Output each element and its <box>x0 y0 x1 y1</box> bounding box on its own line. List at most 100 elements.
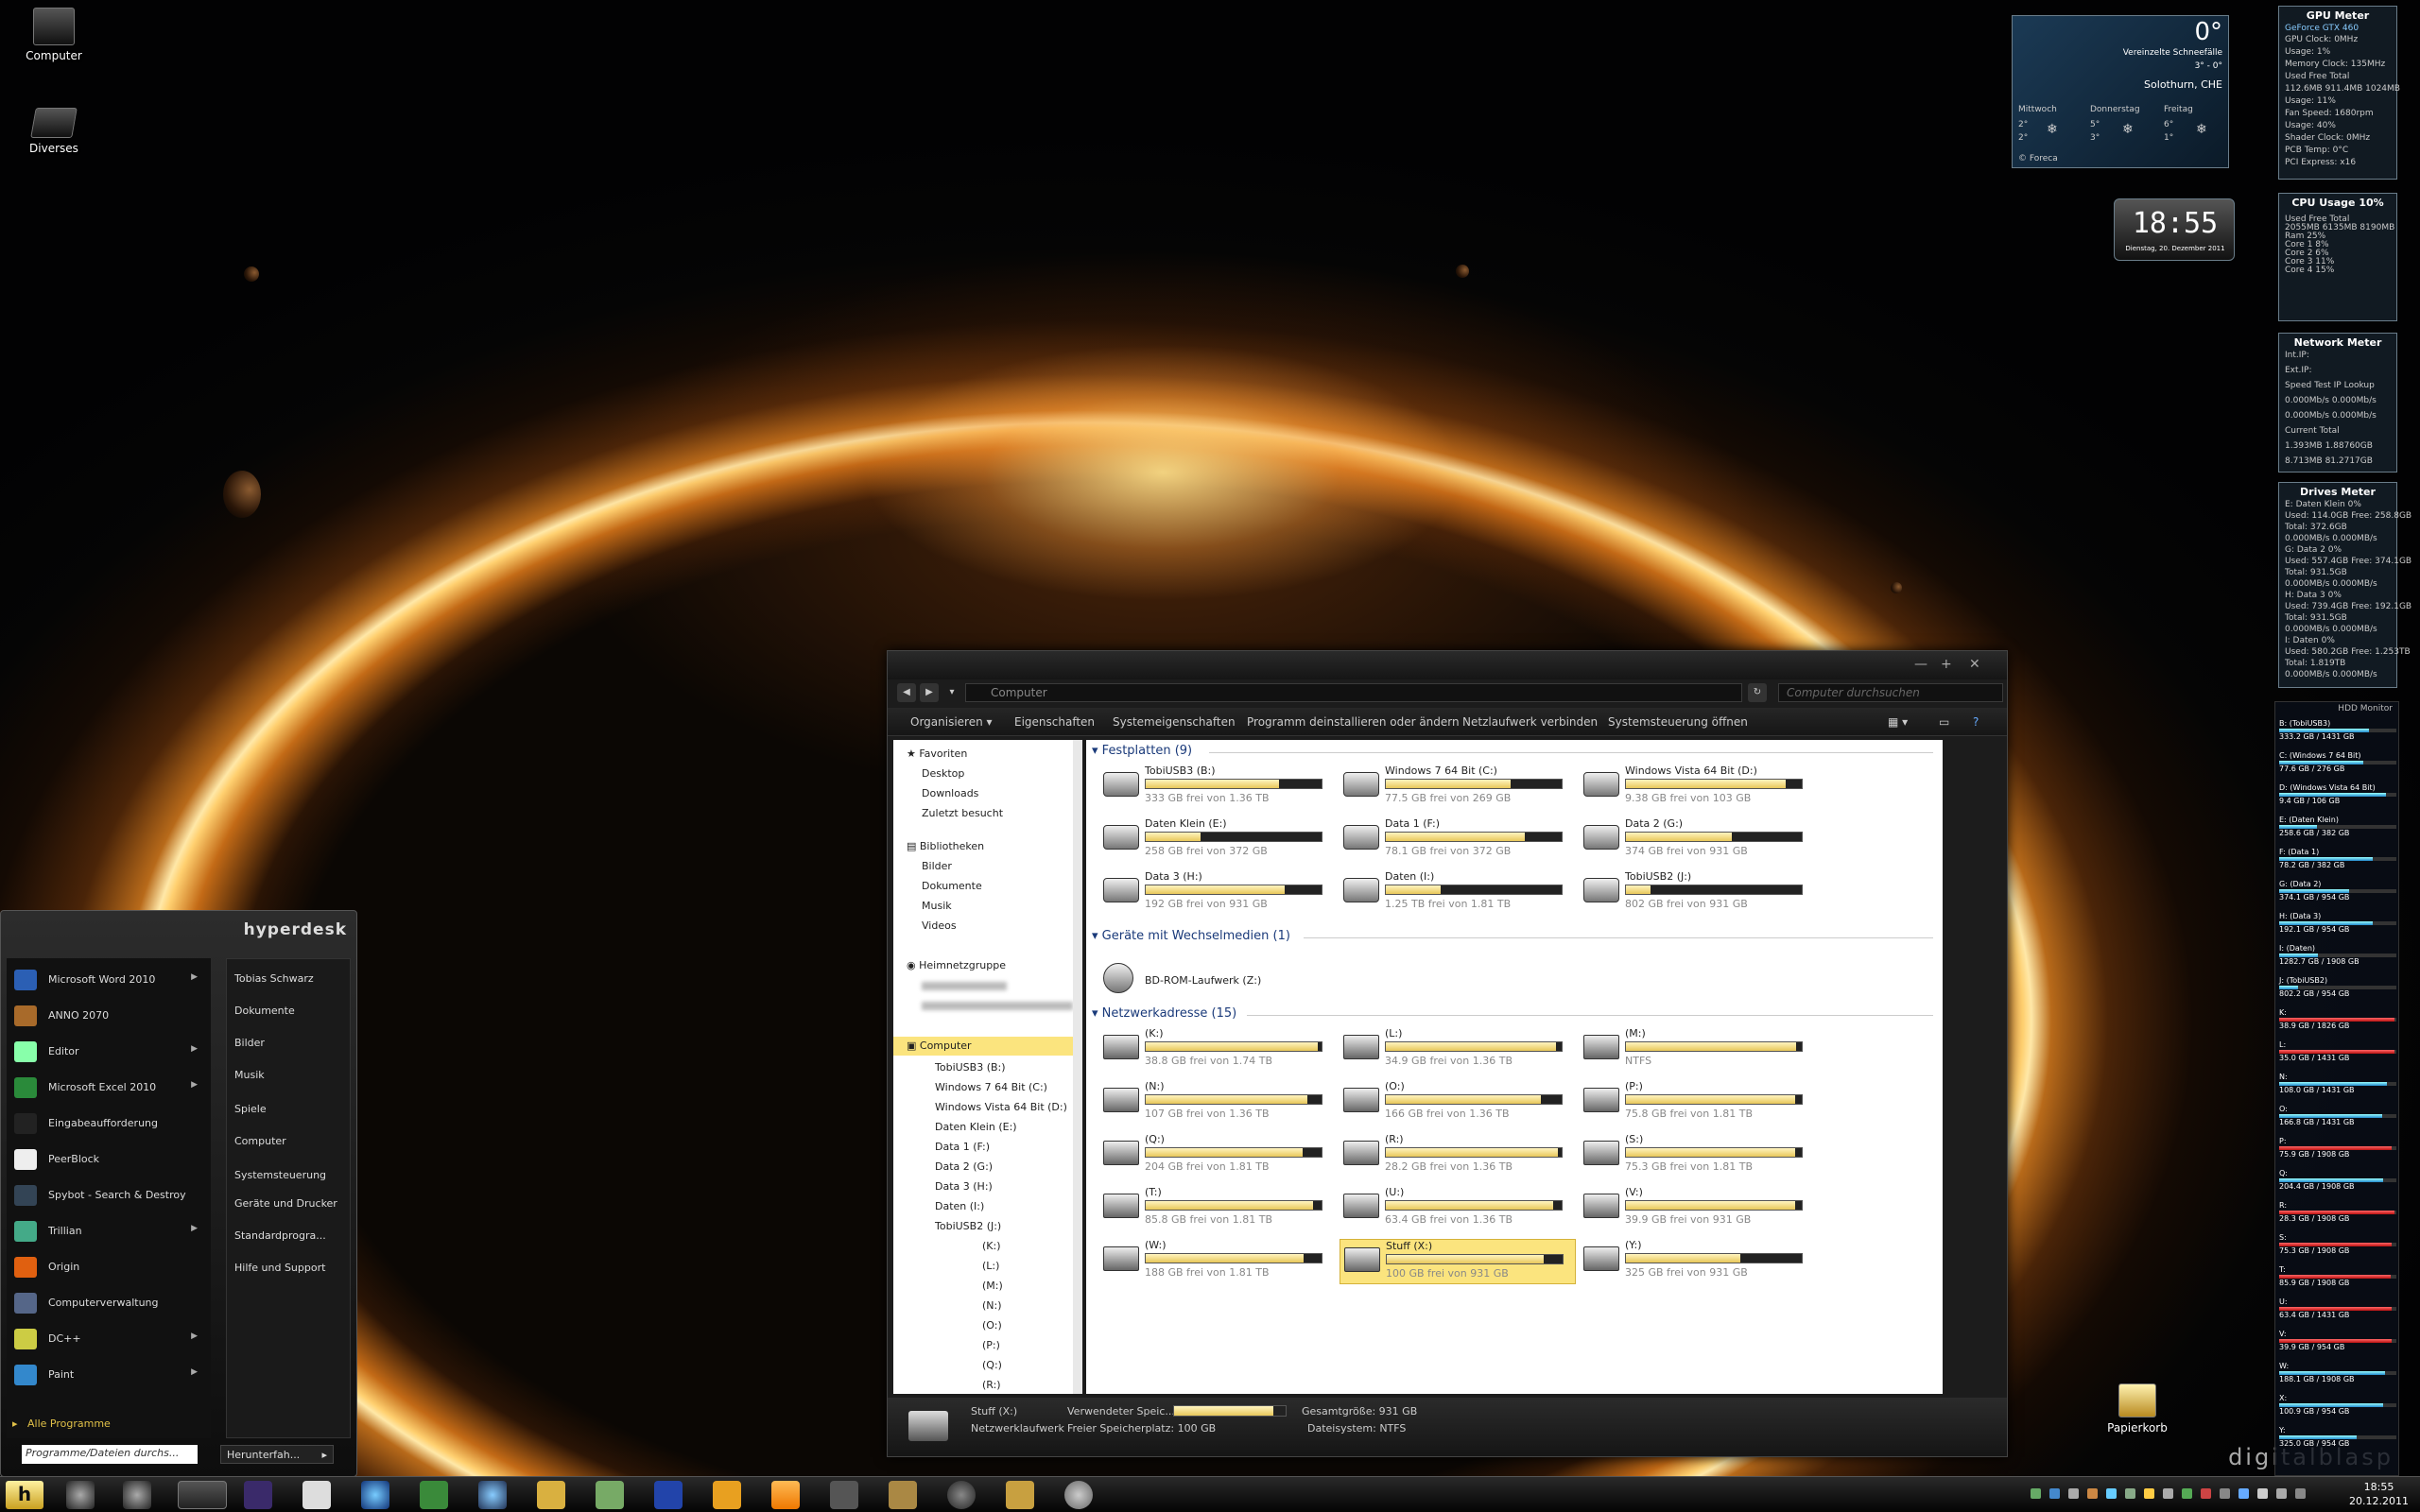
nav-drive[interactable]: Windows Vista 64 Bit (D:) <box>935 1101 1067 1113</box>
help-icon[interactable]: ? <box>1973 715 1979 729</box>
back-button[interactable]: ◀ <box>897 683 916 702</box>
steam-icon[interactable] <box>947 1481 976 1509</box>
group-header-hard-disks[interactable]: ▾ Festplatten (9) <box>1092 744 1192 758</box>
vlc-icon[interactable] <box>771 1481 800 1509</box>
tray-icon[interactable] <box>2220 1488 2230 1499</box>
nav-network-drive[interactable]: (N:) <box>982 1299 1002 1312</box>
search-input[interactable]: Computer durchsuchen <box>1778 683 2003 702</box>
start-menu-program[interactable]: Eingabeaufforderung <box>7 1108 211 1140</box>
tray-icon[interactable] <box>2049 1488 2060 1499</box>
tray-icon[interactable] <box>2125 1488 2135 1499</box>
navigation-scrollbar[interactable] <box>1073 740 1082 1394</box>
tray-icon[interactable] <box>2163 1488 2173 1499</box>
nav-drive[interactable]: TobiUSB2 (J:) <box>935 1220 1001 1232</box>
outlook-icon[interactable] <box>713 1481 741 1509</box>
drive-tile[interactable]: Data 1 (F:) 78.1 GB frei von 372 GB <box>1340 817 1576 863</box>
nav-drive[interactable]: Daten (I:) <box>935 1200 984 1212</box>
desktop-icon-diverses[interactable]: Diverses <box>11 108 96 155</box>
start-menu-place[interactable]: Spiele <box>234 1103 348 1115</box>
system-properties-button[interactable]: Systemeigenschaften <box>1113 715 1236 729</box>
drive-tile[interactable]: TobiUSB3 (B:) 333 GB frei von 1.36 TB <box>1099 765 1336 810</box>
drive-tile[interactable]: (R:) 28.2 GB frei von 1.36 TB <box>1340 1133 1576 1178</box>
taskbar-clock[interactable]: 18:55 20.12.2011 <box>2349 1480 2409 1508</box>
title-bar[interactable]: — + ✕ <box>888 651 2007 679</box>
hdd-monitor-gadget[interactable]: HDD Monitor B: (TobiUSB3) 333.2 GB / 1431… <box>2274 701 2399 1476</box>
drive-tile[interactable]: (O:) 166 GB frei von 1.36 TB <box>1340 1080 1576 1125</box>
preview-pane-icon[interactable]: ▭ <box>1939 715 1949 729</box>
nav-documents[interactable]: Dokumente <box>922 880 982 892</box>
start-menu-program[interactable]: Computerverwaltung <box>7 1287 211 1319</box>
taskbar-app-icon[interactable] <box>830 1481 858 1509</box>
taskbar-app-icon[interactable] <box>1006 1481 1034 1509</box>
drive-tile[interactable]: (W:) 188 GB frei von 1.81 TB <box>1099 1239 1336 1284</box>
taskbar-app-icon[interactable] <box>66 1481 95 1509</box>
group-header-network[interactable]: ▾ Netzwerkadresse (15) <box>1092 1006 1236 1021</box>
taskbar-app-icon[interactable] <box>244 1481 272 1509</box>
start-menu-place[interactable]: Tobias Schwarz <box>234 972 348 985</box>
address-bar[interactable]: Computer <box>965 683 1742 702</box>
homegroup-user[interactable] <box>922 999 1073 1011</box>
start-menu-place[interactable]: Hilfe und Support <box>234 1262 348 1274</box>
tray-icon[interactable] <box>2238 1488 2249 1499</box>
start-button[interactable]: h <box>6 1481 43 1509</box>
drive-tile[interactable]: (P:) 75.8 GB frei von 1.81 TB <box>1580 1080 1816 1125</box>
drive-tile[interactable]: Daten (I:) 1.25 TB frei von 1.81 TB <box>1340 870 1576 916</box>
start-menu-program[interactable]: Spybot - Search & Destroy <box>7 1179 211 1211</box>
cpu-usage-gadget[interactable]: CPU Usage 10% Used Free Total 2055MB 6135… <box>2278 193 2397 321</box>
drive-tile[interactable]: (Q:) 204 GB frei von 1.81 TB <box>1099 1133 1336 1178</box>
nav-videos[interactable]: Videos <box>922 919 957 932</box>
all-programs-button[interactable]: ▸ Alle Programme <box>12 1418 111 1430</box>
taskbar-app-icon[interactable] <box>123 1481 151 1509</box>
tray-icon[interactable] <box>2068 1488 2079 1499</box>
nav-music[interactable]: Musik <box>922 900 952 912</box>
taskbar-app-icon[interactable] <box>1064 1481 1093 1509</box>
tray-icon[interactable] <box>2087 1488 2098 1499</box>
nav-network-drive[interactable]: (R:) <box>982 1379 1001 1391</box>
taskbar-app-icon[interactable] <box>478 1481 507 1509</box>
drive-tile[interactable]: (L:) 34.9 GB frei von 1.36 TB <box>1340 1027 1576 1073</box>
drive-tile[interactable]: (M:) NTFS <box>1580 1027 1816 1073</box>
start-menu-program[interactable]: DC++ ▶ <box>7 1323 211 1355</box>
start-menu-program[interactable]: Editor ▶ <box>7 1036 211 1068</box>
start-menu-place[interactable]: Geräte und Drucker <box>234 1197 348 1210</box>
folder-icon[interactable] <box>537 1481 565 1509</box>
drive-tile[interactable]: (V:) 39.9 GB frei von 931 GB <box>1580 1186 1816 1231</box>
drive-tile[interactable]: Daten Klein (E:) 258 GB frei von 372 GB <box>1099 817 1336 863</box>
start-menu-program[interactable]: ANNO 2070 <box>7 1000 211 1032</box>
drive-tile[interactable]: Windows 7 64 Bit (C:) 77.5 GB frei von 26… <box>1340 765 1576 810</box>
network-meter-gadget[interactable]: Network Meter Int.IP: Ext.IP: Speed Test I… <box>2278 333 2397 472</box>
nav-drive[interactable]: Windows 7 64 Bit (C:) <box>935 1081 1047 1093</box>
nav-drive[interactable]: TobiUSB3 (B:) <box>935 1061 1006 1074</box>
tray-icon[interactable] <box>2106 1488 2117 1499</box>
nav-drive[interactable]: Data 1 (F:) <box>935 1141 990 1153</box>
tray-icon[interactable] <box>2031 1488 2041 1499</box>
drive-tile[interactable]: Windows Vista 64 Bit (D:) 9.38 GB frei vo… <box>1580 765 1816 810</box>
drive-tile[interactable]: Data 3 (H:) 192 GB frei von 931 GB <box>1099 870 1336 916</box>
drive-tile[interactable]: (K:) 38.8 GB frei von 1.74 TB <box>1099 1027 1336 1073</box>
tray-icon[interactable] <box>2144 1488 2154 1499</box>
tray-icon[interactable] <box>2276 1488 2287 1499</box>
drives-meter-gadget[interactable]: Drives Meter E: Daten Klein 0% Used: 114.… <box>2278 482 2411 688</box>
start-menu-program[interactable]: Origin <box>7 1251 211 1283</box>
start-menu-place[interactable]: Standardprogra... <box>234 1229 348 1242</box>
nav-network-drive[interactable]: (M:) <box>982 1280 1003 1292</box>
view-options-icon[interactable]: ▦ ▾ <box>1888 715 1908 729</box>
weather-gadget[interactable]: 0° Vereinzelte Schneefälle 3° - 0° Solot… <box>2012 15 2229 168</box>
tray-icon[interactable] <box>2201 1488 2211 1499</box>
drive-tile[interactable]: (U:) 63.4 GB frei von 1.36 TB <box>1340 1186 1576 1231</box>
start-menu-place[interactable]: Systemsteuerung <box>234 1169 348 1181</box>
shutdown-button[interactable]: Herunterfah... ▸ <box>220 1445 334 1464</box>
start-search-input[interactable]: Programme/Dateien durchs... <box>22 1445 198 1464</box>
recycle-bin[interactable]: Papierkorb <box>2095 1383 2180 1435</box>
organize-button[interactable]: Organisieren ▾ <box>910 715 993 729</box>
start-menu-place[interactable]: Musik <box>234 1069 348 1081</box>
tray-icon[interactable] <box>2295 1488 2306 1499</box>
homegroup-user[interactable] <box>922 979 1007 991</box>
nav-desktop[interactable]: Desktop <box>922 767 964 780</box>
start-menu-place[interactable]: Bilder <box>234 1037 348 1049</box>
start-menu-program[interactable]: Trillian ▶ <box>7 1215 211 1247</box>
nav-network-drive[interactable]: (K:) <box>982 1240 1001 1252</box>
tray-icon[interactable] <box>2257 1488 2268 1499</box>
nav-pictures[interactable]: Bilder <box>922 860 952 872</box>
favorites-header[interactable]: ★ Favoriten <box>907 747 967 760</box>
